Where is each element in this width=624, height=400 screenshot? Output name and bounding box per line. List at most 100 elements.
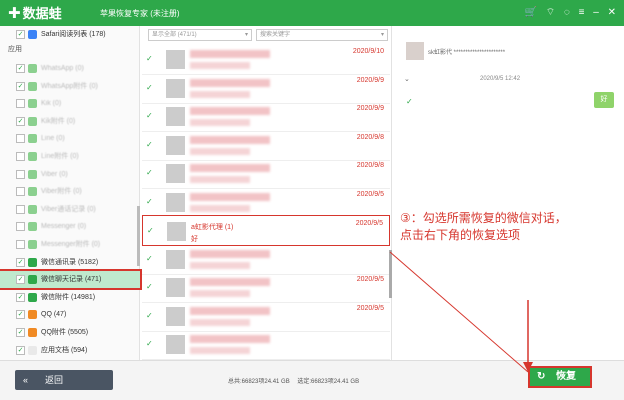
checkbox[interactable]: ✓ (146, 254, 154, 263)
sidebar-item[interactable]: ✓ WhatsApp附件 (0) (0, 78, 140, 95)
sidebar-item[interactable]: Viber通话记录 (0) (0, 201, 140, 218)
avatar (166, 50, 185, 69)
checkbox[interactable]: ✓ (146, 311, 154, 320)
conversation-row[interactable]: ✓ 2020/9/5 (142, 301, 390, 332)
checkbox[interactable]: ✓ (16, 116, 25, 126)
sidebar-item[interactable]: ✓ QQ (47) (0, 306, 140, 323)
sidebar-item[interactable]: ✓ 微信通讯录 (5182) (0, 254, 140, 271)
sidebar-item-label: Messenger附件 (0) (41, 241, 101, 248)
list-scrollbar[interactable] (389, 250, 392, 298)
sidebar-item[interactable]: ✓ 微信附件 (14981) (0, 289, 140, 306)
sidebar-item[interactable]: ✓ 应用文档 (594) (0, 342, 140, 359)
sidebar-item[interactable]: Messenger附件 (0) (0, 236, 140, 253)
checkbox[interactable] (16, 134, 25, 144)
checkbox[interactable]: ✓ (16, 30, 25, 39)
sidebar-item-label: Viber (0) (41, 170, 68, 178)
checkbox[interactable] (16, 222, 25, 232)
checkbox[interactable]: ✓ (16, 64, 25, 73)
conversation-row[interactable]: ✓ 2020/9/9 (142, 101, 390, 132)
sidebar-item[interactable]: Messenger (0) (0, 218, 140, 235)
conversation-row[interactable]: ✓ 2020/9/10 (142, 44, 390, 75)
sidebar-item[interactable]: ✓ WhatsApp (0) (0, 60, 140, 77)
conversation-row[interactable]: ✓ 2020/9/5 (142, 187, 390, 218)
conversation-date: 2020/9/5 (356, 276, 384, 283)
sidebar-item[interactable]: Viber附件 (0) (0, 183, 140, 200)
conversation-preview (190, 62, 250, 69)
checkbox[interactable]: ✓ (16, 310, 25, 320)
double-chevron-left-icon: « (23, 375, 29, 385)
conversation-row[interactable]: ✓ (142, 329, 390, 360)
checkbox[interactable]: ✓ (16, 328, 25, 337)
menu-icon[interactable]: ≡ (579, 7, 585, 18)
contact-name: sk虹影代 ********************** (428, 50, 506, 56)
minimize-icon[interactable]: – (593, 7, 599, 18)
checkbox[interactable]: ✓ (16, 257, 25, 267)
avatar (166, 335, 185, 354)
sidebar-item[interactable]: Viber (0) (0, 166, 140, 183)
conversation-row[interactable]: ✓ 2020/9/5 (142, 272, 390, 303)
checkbox[interactable] (16, 169, 25, 179)
conversation-name (190, 107, 270, 115)
conversation-row[interactable]: ✓ (142, 244, 390, 275)
chevron-down-icon[interactable]: ⌄ (404, 75, 410, 83)
app-title: 苹果恢复专家 (未注册) (100, 9, 180, 18)
checkbox[interactable]: ✓ (16, 345, 25, 355)
checkbox[interactable] (16, 240, 25, 249)
checkbox[interactable] (16, 204, 25, 214)
sidebar-item[interactable]: ✓ 微信聊天记录 (471) (0, 269, 142, 291)
annotation-line: ③：勾选所需恢复的微信对话， (400, 211, 567, 225)
checkbox[interactable]: ✓ (146, 140, 154, 149)
sidebar-item-label: Messenger (0) (41, 223, 87, 231)
search-input[interactable]: 搜索关键字 ▾ (256, 29, 388, 41)
checkbox[interactable]: ✓ (146, 55, 154, 63)
sidebar-item[interactable]: ✓ QQ附件 (5505) (0, 324, 140, 341)
checkbox[interactable]: ✓ (146, 340, 154, 348)
sidebar-item[interactable]: ✓ Kik附件 (0) (0, 113, 140, 130)
conversation-preview (190, 204, 250, 212)
sidebar-item-label: QQ附件 (5505) (41, 329, 89, 336)
app-icon (28, 169, 37, 179)
chat-icon[interactable]: ◌ (564, 7, 570, 18)
chat-detail-pane: sk虹影代 ********************** ⌄ 2020/9/5 … (394, 26, 624, 360)
conversation-row[interactable]: ✓ 2020/9/8 (142, 130, 390, 161)
back-button[interactable]: « 返回 (15, 370, 113, 390)
checkbox[interactable]: ✓ (16, 81, 25, 91)
checkbox[interactable]: ✓ (16, 275, 25, 285)
checkbox[interactable]: ✓ (146, 169, 154, 177)
conversation-name (190, 50, 270, 58)
recover-button[interactable]: ↻ 恢复 (528, 366, 592, 388)
app-icon (28, 116, 37, 126)
conversation-row[interactable]: ✓ 2020/9/9 (142, 73, 390, 104)
close-icon[interactable]: ✕ (608, 7, 616, 18)
conversation-row[interactable]: ✓ a虹影代理 (1) 好 2020/9/5 (142, 215, 390, 246)
message-checkbox[interactable]: ✓ (406, 98, 414, 106)
sidebar-scrollbar[interactable] (137, 206, 140, 266)
wifi-icon[interactable]: ⌔ (546, 7, 555, 18)
avatar (166, 306, 185, 326)
sidebar-item[interactable]: Line附件 (0) (0, 148, 140, 165)
filter-dropdown[interactable]: 显示全部 (471/1) ▾ (148, 29, 252, 41)
sidebar-item-label: Kik附件 (0) (41, 117, 76, 125)
conversation-name (190, 164, 270, 172)
tutorial-annotation: ③：勾选所需恢复的微信对话， 点击右下角的恢复选项 (400, 210, 600, 244)
avatar (166, 135, 185, 155)
checkbox[interactable]: ✓ (146, 83, 154, 92)
checkbox[interactable] (16, 187, 25, 197)
sidebar-item[interactable]: Line (0) (0, 130, 140, 147)
checkbox[interactable]: ✓ (146, 112, 154, 120)
checkbox[interactable]: ✓ (146, 283, 154, 291)
checkbox[interactable]: ✓ (146, 197, 154, 206)
checkbox[interactable] (16, 152, 25, 161)
conversation-preview (190, 318, 250, 326)
filter-value: 显示全部 (471/1) (152, 32, 197, 38)
checkbox[interactable]: ✓ (16, 292, 25, 302)
checkbox[interactable]: ✓ (147, 227, 155, 235)
sidebar-item-safari[interactable]: ✓ Safari阅读列表 (178) (0, 26, 140, 43)
conversation-date: 2020/9/9 (356, 105, 384, 112)
conversation-preview (190, 90, 250, 98)
cart-icon[interactable]: 🛒 (524, 7, 536, 18)
conversation-row[interactable]: ✓ 2020/9/8 (142, 158, 390, 189)
sidebar-item[interactable]: Kik (0) (0, 95, 140, 112)
sidebar-item-label: Viber附件 (0) (41, 188, 82, 196)
checkbox[interactable] (16, 99, 25, 109)
